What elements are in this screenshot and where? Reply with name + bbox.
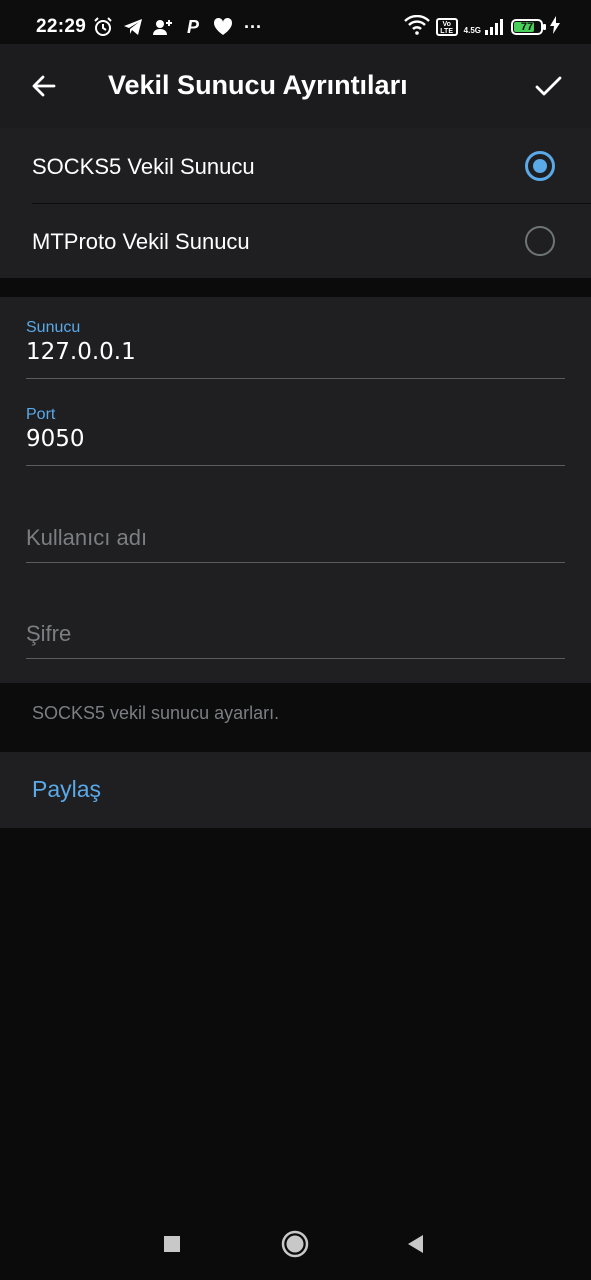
- notification-icons: P ···: [92, 14, 264, 40]
- port-input[interactable]: 9050: [26, 426, 85, 452]
- radio-button[interactable]: [525, 151, 555, 181]
- add-contact-icon: [152, 16, 174, 38]
- info-text: SOCKS5 vekil sunucu ayarları.: [32, 703, 280, 723]
- alarm-icon: [92, 16, 114, 38]
- cellular-signal-icon: 4.5G: [464, 19, 505, 35]
- proxy-type-socks5[interactable]: SOCKS5 Vekil Sunucu: [0, 128, 591, 204]
- password-input[interactable]: Şifre: [26, 621, 71, 647]
- battery-level: 77: [520, 21, 534, 33]
- port-field[interactable]: Port 9050: [26, 406, 565, 466]
- p-app-icon: P: [186, 16, 199, 37]
- telegram-icon: [122, 16, 144, 38]
- charging-bolt-icon: [549, 15, 561, 39]
- home-button[interactable]: [277, 1226, 313, 1262]
- back-button[interactable]: [24, 66, 64, 106]
- more-dots-icon: ···: [244, 16, 262, 37]
- page-title: Vekil Sunucu Ayrıntıları: [108, 70, 408, 100]
- heart-icon: [212, 16, 234, 38]
- proxy-type-mtproto[interactable]: MTProto Vekil Sunucu: [0, 203, 591, 278]
- square-icon: [164, 1236, 180, 1252]
- app-bar: Vekil Sunucu Ayrıntıları: [0, 44, 591, 128]
- username-input[interactable]: Kullanıcı adı: [26, 525, 147, 551]
- back-nav-button[interactable]: [398, 1226, 434, 1262]
- volte-icon: Vo LTE: [435, 18, 458, 36]
- share-section: Paylaş: [0, 752, 591, 828]
- navigation-bar: [0, 1208, 591, 1280]
- home-circle-icon: [281, 1230, 309, 1258]
- radio-button[interactable]: [525, 226, 555, 256]
- username-field[interactable]: Kullanıcı adı: [26, 517, 565, 563]
- status-time: 22:29: [36, 16, 87, 37]
- info-section: SOCKS5 vekil sunucu ayarları.: [0, 683, 591, 752]
- port-label: Port: [26, 406, 56, 423]
- field-underline: [26, 465, 565, 466]
- back-triangle-icon: [408, 1235, 423, 1253]
- wifi-icon: [403, 14, 430, 40]
- system-indicators: Vo LTE 4.5G 77: [403, 14, 561, 40]
- status-bar: 22:29 P ··· Vo LTE 4.5G 77: [0, 0, 591, 44]
- battery-icon: 77: [511, 19, 546, 35]
- field-underline: [26, 658, 565, 659]
- proxy-type-label: SOCKS5 Vekil Sunucu: [32, 154, 255, 179]
- proxy-type-label: MTProto Vekil Sunucu: [32, 229, 250, 254]
- proxy-type-section: SOCKS5 Vekil Sunucu MTProto Vekil Sunucu: [0, 128, 591, 278]
- password-field[interactable]: Şifre: [26, 613, 565, 659]
- back-arrow-icon: [32, 75, 56, 97]
- proxy-fields-section: Sunucu 127.0.0.1 Port 9050 Kullanıcı adı…: [0, 297, 591, 683]
- server-label: Sunucu: [26, 319, 81, 336]
- network-type-label: 4.5G: [463, 26, 481, 35]
- save-button[interactable]: [528, 66, 568, 106]
- recent-apps-button[interactable]: [154, 1226, 190, 1262]
- checkmark-icon: [535, 76, 562, 96]
- field-underline: [26, 378, 565, 379]
- field-underline: [26, 562, 565, 563]
- server-input[interactable]: 127.0.0.1: [26, 339, 136, 365]
- share-button[interactable]: Paylaş: [32, 776, 101, 803]
- server-field[interactable]: Sunucu 127.0.0.1: [26, 319, 565, 379]
